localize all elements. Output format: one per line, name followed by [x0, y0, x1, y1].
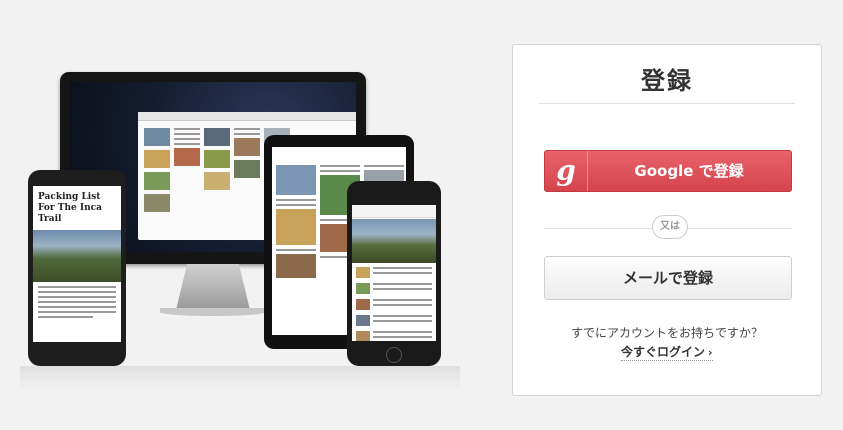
- login-link[interactable]: 今すぐログイン ›: [621, 343, 713, 361]
- android-phone: Packing List For The Inca Trail: [28, 170, 126, 366]
- or-badge: 又は: [652, 215, 688, 239]
- google-signup-button[interactable]: g Google で登録: [544, 150, 792, 192]
- iphone: [347, 181, 441, 366]
- iphone-article-photo: [352, 219, 436, 263]
- android-article-title: Packing List For The Inca Trail: [38, 192, 102, 224]
- iphone-home-button: [386, 347, 402, 363]
- android-article-photo: [33, 230, 121, 282]
- iphone-screen: [352, 205, 436, 341]
- chevron-right-icon: ›: [708, 346, 713, 359]
- email-signup-button[interactable]: メールで登録: [544, 256, 792, 300]
- or-divider-right: [688, 228, 792, 229]
- or-divider-left: [544, 228, 652, 229]
- monitor-stand: [176, 264, 250, 310]
- android-screen: Packing List For The Inca Trail: [33, 186, 121, 342]
- title-divider: [539, 103, 795, 104]
- monitor-stand-base: [160, 308, 266, 316]
- panel-title: 登録: [641, 67, 693, 95]
- google-icon: g: [545, 151, 588, 191]
- signup-panel: 登録 g Google で登録 又は メールで登録 すでにアカウントをお持ちです…: [512, 44, 822, 396]
- have-account-text: すでにアカウントをお持ちですか？: [570, 326, 764, 340]
- devices-illustration: Packing List For The Inca Trail: [0, 0, 490, 430]
- google-signup-label: Google で登録: [634, 162, 744, 180]
